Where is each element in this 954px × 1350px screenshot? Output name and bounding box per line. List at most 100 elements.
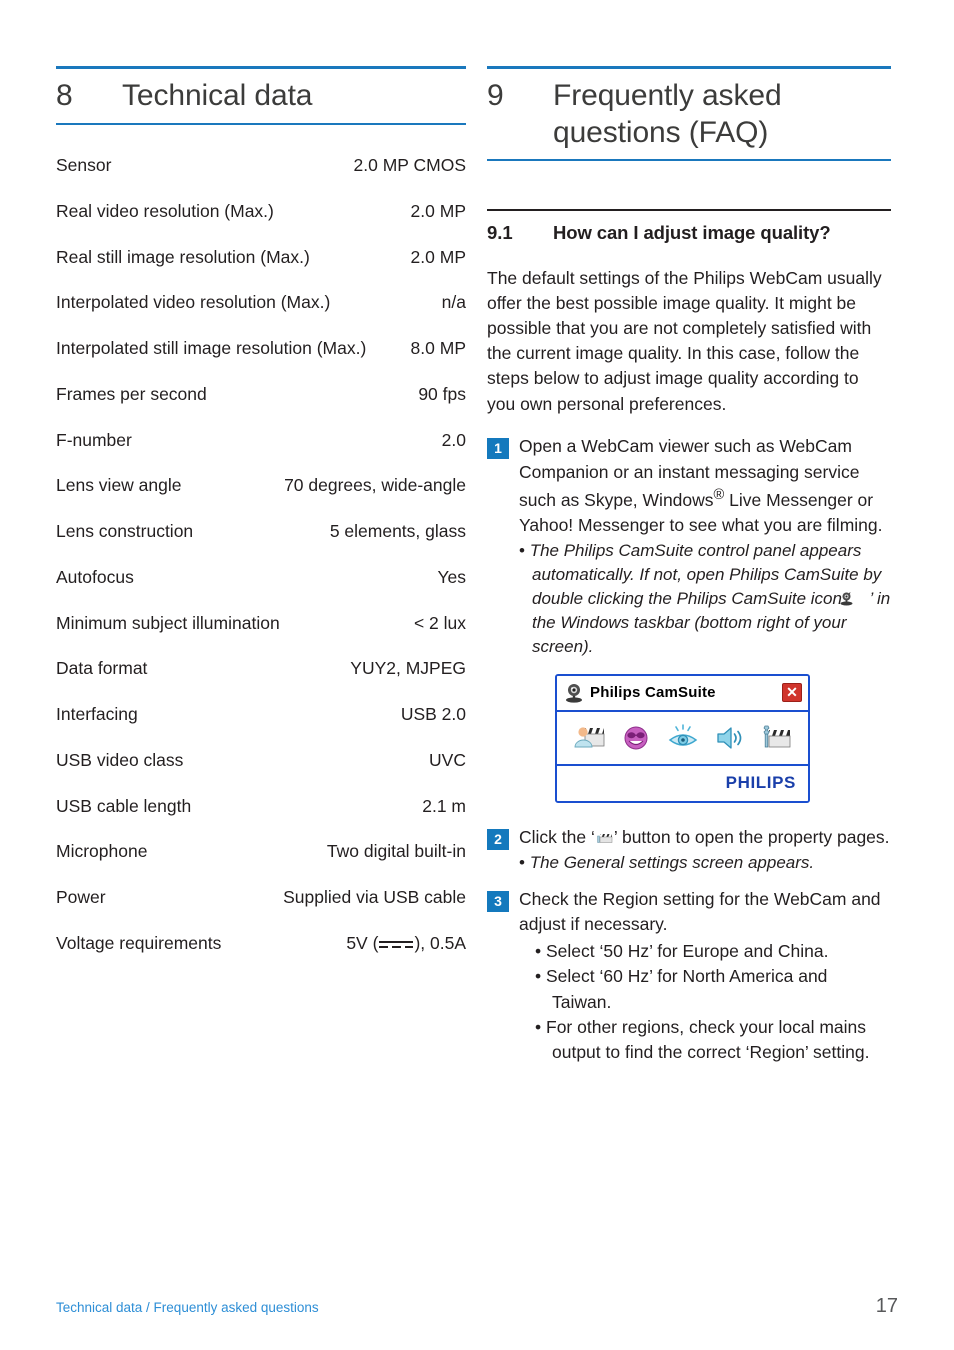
registered-trademark-symbol: ® <box>713 486 725 503</box>
spec-value: 90 fps <box>418 383 466 404</box>
faq-rule-bottom <box>487 159 891 162</box>
spec-label: Voltage requirements <box>56 932 222 953</box>
spec-value: 2.0 MP <box>410 246 466 267</box>
table-row-voltage: Voltage requirements 5V ( ), 0.5A <box>56 920 466 966</box>
table-row: USB video class UVC <box>56 737 466 783</box>
camsuite-webcam-icon <box>563 682 585 704</box>
spec-value: 2.1 m <box>422 795 466 816</box>
step-body: Check the Region setting for the WebCam … <box>519 887 891 1065</box>
camsuite-titlebar: Philips CamSuite ✕ <box>557 675 808 712</box>
spec-label: USB cable length <box>56 795 192 816</box>
step-number-badge: 1 <box>487 438 509 460</box>
spec-value: UVC <box>429 749 466 770</box>
step-number-badge: 2 <box>487 828 509 850</box>
note-text-before: The Philips CamSuite control panel appea… <box>529 540 882 609</box>
spec-label: Real video resolution (Max.) <box>56 200 274 221</box>
spec-label: Interfacing <box>56 704 138 725</box>
list-item: For other regions, check your local main… <box>535 1015 891 1065</box>
camsuite-footer: PHILIPS <box>557 765 808 801</box>
left-column: 8 Technical data Sensor 2.0 MP CMOS Real v… <box>56 66 466 966</box>
spec-label: Minimum subject illumination <box>56 612 280 633</box>
spec-label: Autofocus <box>56 566 134 587</box>
table-row: Data format YUY2, MJPEG <box>56 646 466 692</box>
spec-label: Lens view angle <box>56 475 182 496</box>
note-item: The General settings screen appears. <box>519 851 891 875</box>
step-body: Click the ‘ ’ button to open the propert… <box>519 825 891 875</box>
list-item: Select ‘60 Hz’ for North America and Tai… <box>535 964 891 1014</box>
table-row: Frames per second 90 fps <box>56 371 466 417</box>
chapter-heading-faq: 9 Frequently asked questions (FAQ) <box>487 69 891 159</box>
spec-value: n/a <box>441 292 466 313</box>
table-row: Real video resolution (Max.) 2.0 MP <box>56 188 466 234</box>
spec-value: Yes <box>437 566 466 587</box>
table-row: Power Supplied via USB cable <box>56 875 466 921</box>
step-text: Check the Region setting for the WebCam … <box>519 888 881 935</box>
spec-label: USB video class <box>56 749 184 770</box>
spec-value: < 2 lux <box>413 612 466 633</box>
audio-settings-icon[interactable] <box>713 723 747 753</box>
table-row: Minimum subject illumination < 2 lux <box>56 600 466 646</box>
chapter-rule-bottom <box>56 122 466 125</box>
spec-value: YUY2, MJPEG <box>350 658 466 679</box>
section-title: How can I adjust image quality? <box>553 221 831 243</box>
chapter-heading-technical-data: 8 Technical data <box>56 69 466 123</box>
spec-value: 70 degrees, wide-angle <box>284 475 466 496</box>
spec-value: USB 2.0 <box>400 704 466 725</box>
step-1: 1 Open a WebCam viewer such as WebCam Co… <box>487 434 891 812</box>
properties-settings-icon[interactable] <box>760 723 794 753</box>
table-row: Lens construction 5 elements, glass <box>56 509 466 555</box>
spec-value: Two digital built-in <box>326 841 466 862</box>
spec-value: 2.0 MP CMOS <box>353 155 467 176</box>
table-row: Real still image resolution (Max.) 2.0 MP <box>56 234 466 280</box>
spec-label: Interpolated video resolution (Max.) <box>56 292 331 313</box>
step-body: Open a WebCam viewer such as WebCam Comp… <box>519 434 891 812</box>
note-item: The Philips CamSuite control panel appea… <box>519 539 891 660</box>
table-row: F-number 2.0 <box>56 417 466 463</box>
spec-label: Lens construction <box>56 521 194 542</box>
step-2: 2 Click the ‘ ’ button to open the prope… <box>487 825 891 875</box>
camsuite-icon-bar <box>557 711 808 766</box>
section-heading: 9.1 How can I adjust image quality? <box>487 211 891 244</box>
table-row: Interpolated video resolution (Max.) n/a <box>56 280 466 326</box>
properties-button-icon <box>596 827 613 843</box>
camsuite-title: Philips CamSuite <box>590 683 716 701</box>
step-2-notes: The General settings screen appears. <box>519 851 891 875</box>
spec-label: F-number <box>56 429 132 450</box>
step-3: 3 Check the Region setting for the WebCa… <box>487 887 891 1065</box>
camsuite-dialog-screenshot: Philips CamSuite ✕ PHILIPS <box>555 673 810 803</box>
spec-value: 5V ( ), 0.5A <box>346 932 466 955</box>
spec-value: 2.0 <box>441 429 466 450</box>
voltage-suffix: ), 0.5A <box>414 932 466 953</box>
intro-paragraph: The default settings of the Philips WebC… <box>487 267 882 414</box>
section-number: 9.1 <box>487 221 513 243</box>
spec-label: Sensor <box>56 155 112 176</box>
region-options-list: Select ‘50 Hz’ for Europe and China.Sele… <box>535 939 891 1065</box>
spec-label: Interpolated still image resolution (Max… <box>56 338 367 359</box>
spec-value: 8.0 MP <box>410 338 466 359</box>
webcam-companion-icon[interactable] <box>572 723 606 753</box>
technical-data-table: Sensor 2.0 MP CMOS Real video resolution (… <box>56 143 466 921</box>
close-icon[interactable]: ✕ <box>782 683 802 703</box>
dc-power-symbol-icon <box>379 939 414 950</box>
voltage-prefix: 5V ( <box>346 932 379 953</box>
list-item: Select ‘50 Hz’ for Europe and China. <box>535 939 891 964</box>
spec-value: 2.0 MP <box>410 200 466 221</box>
table-row: Sensor 2.0 MP CMOS <box>56 143 466 189</box>
table-row: USB cable length 2.1 m <box>56 783 466 829</box>
spec-label: Microphone <box>56 841 148 862</box>
step-text-before: Click the ‘ <box>519 826 595 847</box>
philips-wordmark: PHILIPS <box>725 772 796 792</box>
breadcrumb: Technical data / Frequently asked questi… <box>56 1300 319 1315</box>
spec-value: 5 elements, glass <box>329 521 466 542</box>
image-settings-icon[interactable] <box>666 723 700 753</box>
table-row: Interfacing USB 2.0 <box>56 692 466 738</box>
spec-label: Power <box>56 887 106 908</box>
table-row: Microphone Two digital built-in <box>56 829 466 875</box>
chapter-title: Technical data <box>122 79 313 112</box>
page-footer: Technical data / Frequently asked questi… <box>56 1295 898 1318</box>
right-column: 9 Frequently asked questions (FAQ) 9.1 H… <box>487 66 891 1065</box>
page-number: 17 <box>875 1295 898 1317</box>
fun-effects-icon[interactable] <box>619 723 653 753</box>
chapter-number: 8 <box>56 79 73 112</box>
step-1-notes: The Philips CamSuite control panel appea… <box>519 539 891 660</box>
